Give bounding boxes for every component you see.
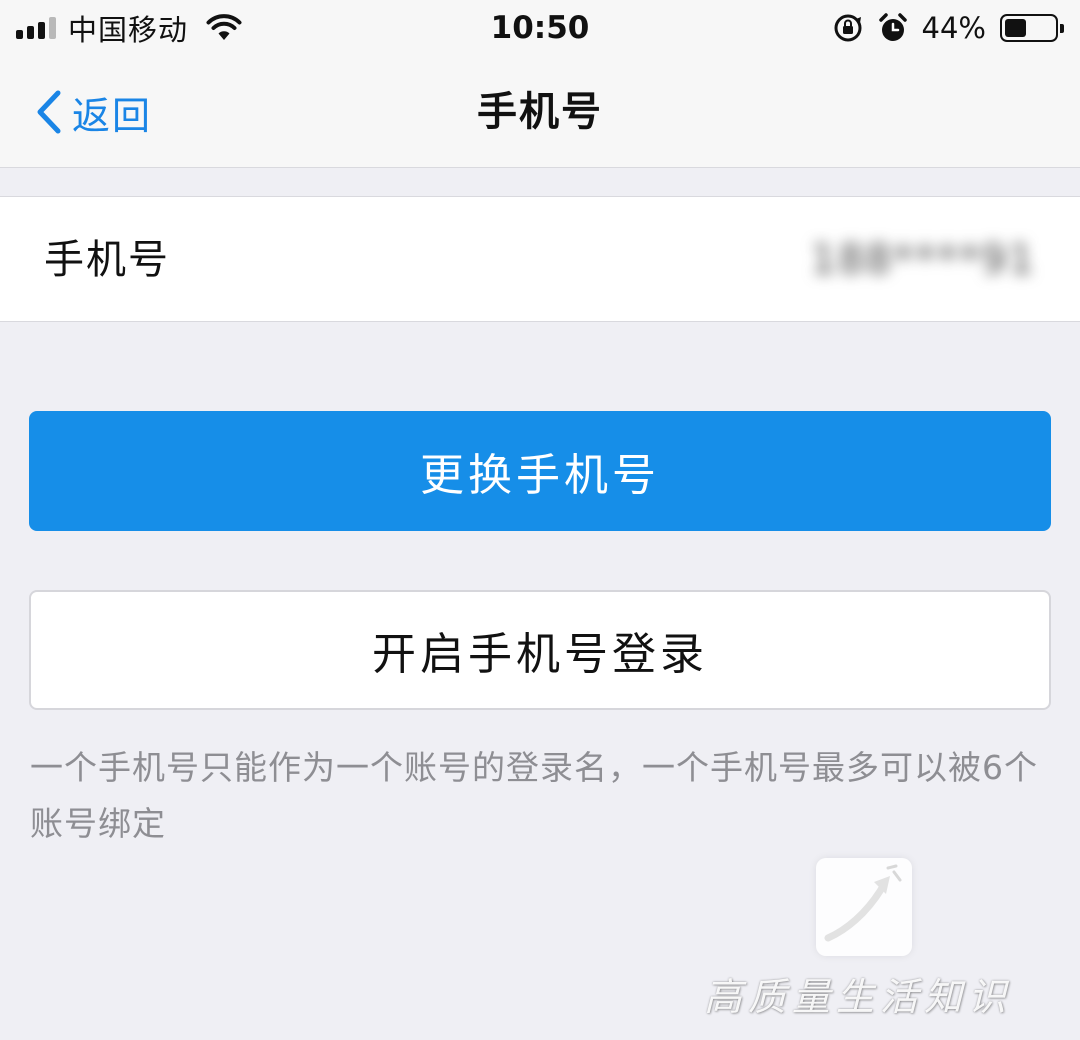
enable-phone-login-button[interactable]: 开启手机号登录 — [29, 590, 1051, 710]
alarm-icon — [878, 13, 907, 41]
arrow-logo-icon — [824, 864, 902, 942]
change-phone-button[interactable]: 更换手机号 — [29, 411, 1051, 531]
watermark-logo — [816, 858, 912, 956]
battery-percent: 44% — [921, 11, 986, 45]
status-bar: 中国移动 10:50 44% — [0, 0, 1080, 56]
rotation-lock-icon — [834, 14, 862, 42]
status-right: 44% — [832, 8, 1064, 48]
phone-number-label: 手机号 — [44, 237, 170, 283]
navigation-bar: 返回 手机号 — [0, 56, 1080, 168]
phone-number-row: 手机号 188****91 — [0, 196, 1080, 322]
phone-binding-hint: 一个手机号只能作为一个账号的登录名，一个手机号最多可以被6个账号绑定 — [30, 748, 1038, 843]
phone-number-value: 188****91 — [810, 237, 1036, 283]
battery-fill — [1005, 19, 1027, 37]
page-title: 手机号 — [477, 89, 603, 135]
battery-icon — [1000, 14, 1064, 42]
watermark-text: 高质量生活知识 — [704, 975, 1013, 1019]
